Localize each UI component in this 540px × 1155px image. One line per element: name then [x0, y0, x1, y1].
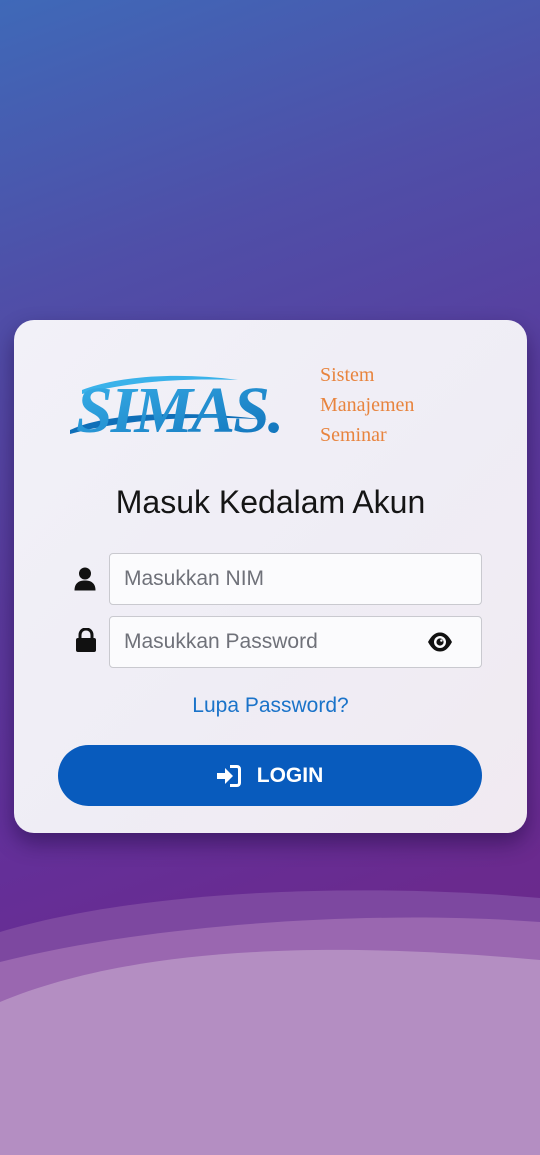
- login-heading: Masuk Kedalam Akun: [115, 484, 426, 520]
- tagline-line-2: Manajemen: [320, 394, 415, 416]
- login-card: SIMAS. Sistem Manajemen Seminar Masuk Ke…: [14, 320, 527, 833]
- eye-icon[interactable]: [427, 631, 453, 653]
- tagline-line-3: Seminar: [320, 424, 387, 446]
- user-icon: [74, 567, 96, 591]
- sign-in-icon: [216, 764, 241, 787]
- app-logo: SIMAS. Sistem Manajemen Seminar: [68, 360, 448, 446]
- svg-text:SIMAS.: SIMAS.: [76, 374, 282, 446]
- simas-logo-mark: SIMAS.: [70, 374, 284, 446]
- login-button-label: LOGIN: [256, 763, 324, 787]
- nim-field-wrapper: [109, 553, 482, 605]
- password-input[interactable]: [110, 617, 481, 667]
- background-waves: [0, 890, 540, 1155]
- login-button[interactable]: LOGIN: [58, 745, 482, 806]
- tagline-line-1: Sistem: [320, 364, 375, 386]
- nim-input[interactable]: [110, 554, 481, 604]
- lock-icon: [76, 628, 96, 652]
- app-tagline: Sistem Manajemen Seminar: [320, 360, 450, 450]
- password-field-wrapper: [109, 616, 482, 668]
- forgot-password-link[interactable]: Lupa Password?: [14, 694, 527, 718]
